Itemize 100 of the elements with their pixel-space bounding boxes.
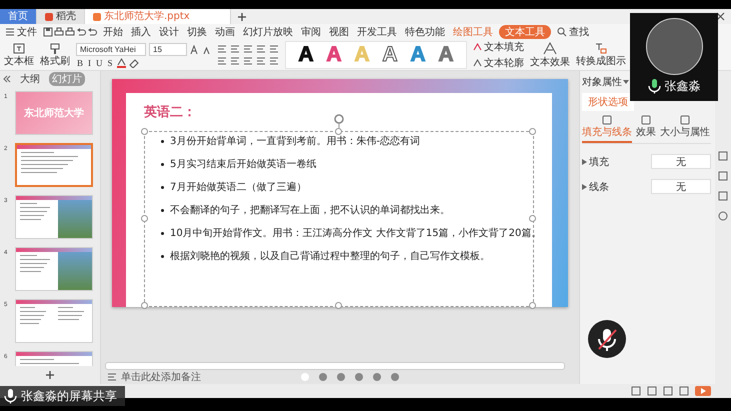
property-dropdown[interactable]: 无 — [651, 154, 711, 169]
muted-microphone-icon[interactable] — [588, 320, 626, 358]
bullet-text: 5月实习结束后开始做英语一卷纸 — [170, 158, 316, 171]
align-icon[interactable] — [243, 56, 253, 66]
wordart-style[interactable]: A — [294, 43, 318, 67]
search-icon — [557, 27, 567, 37]
menu-tab[interactable]: 切换 — [185, 25, 209, 39]
align-icon[interactable] — [230, 44, 240, 54]
file-menu[interactable]: 文件 — [3, 25, 39, 39]
page-dot[interactable] — [319, 373, 327, 381]
menu-tab[interactable]: 开发工具 — [355, 25, 399, 39]
format-painter-button[interactable]: 格式刷 — [40, 42, 70, 68]
resize-handle[interactable] — [141, 215, 148, 222]
bullet-text: 不会翻译的句子，把翻译写在上面，把不认识的单词都找出来。 — [170, 204, 450, 217]
menu-tab[interactable]: 视图 — [327, 25, 351, 39]
wordart-style[interactable]: A — [434, 43, 458, 67]
help-icon[interactable] — [718, 211, 728, 221]
resize-handle[interactable] — [335, 302, 342, 309]
document-icon — [93, 12, 101, 20]
menu-tab[interactable]: 幻灯片放映 — [241, 25, 295, 39]
property-dropdown[interactable]: 无 — [651, 179, 711, 194]
shrink-font-icon[interactable] — [202, 44, 211, 54]
slide-thumbnail[interactable] — [15, 195, 93, 239]
expand-arrow-icon[interactable] — [582, 184, 587, 190]
property-label: 填充 — [589, 156, 609, 168]
page-dot[interactable] — [337, 373, 345, 381]
text-outline-button[interactable]: 文本轮廓 — [473, 56, 524, 70]
align-icon[interactable] — [256, 44, 266, 54]
menu-tab[interactable]: 设计 — [157, 25, 181, 39]
textbox-button[interactable]: 文本框 — [4, 42, 34, 68]
align-icon[interactable] — [243, 44, 253, 54]
app-logo-icon — [45, 12, 53, 20]
align-icon[interactable] — [217, 44, 227, 54]
align-icon[interactable] — [217, 56, 227, 66]
search-button[interactable]: 查找 — [555, 25, 591, 39]
window-tab[interactable]: 首页 — [0, 9, 37, 24]
window-tab[interactable]: 稻壳 — [37, 9, 85, 24]
grow-font-icon[interactable] — [190, 44, 199, 54]
add-tab-icon[interactable] — [236, 12, 247, 22]
frame-icon[interactable] — [718, 191, 728, 201]
resize-handle[interactable] — [529, 215, 536, 222]
align-icon[interactable] — [230, 56, 240, 66]
play-icon[interactable] — [695, 386, 711, 396]
property-tab[interactable]: 效果 — [636, 115, 656, 143]
add-slide-icon[interactable] — [45, 370, 55, 380]
convert-to-diagram-button[interactable]: 转换成图示 — [576, 42, 626, 68]
slide-thumbnail[interactable] — [15, 143, 93, 187]
format-button[interactable]: U — [95, 58, 104, 68]
align-icon[interactable] — [269, 56, 279, 66]
text-fill-icon — [473, 42, 482, 52]
collapse-icon[interactable] — [3, 75, 11, 83]
text-effect-button[interactable]: 文本效果 — [530, 42, 570, 68]
page-dot[interactable] — [301, 373, 309, 381]
notes-placeholder[interactable]: 单击此处添加备注 — [121, 370, 201, 384]
menu-tab[interactable]: 审阅 — [299, 25, 323, 39]
resize-handle[interactable] — [141, 128, 148, 135]
font-size-field[interactable]: 15 — [149, 42, 187, 56]
window-tab[interactable]: 东北师范大学.pptx — [85, 9, 231, 24]
panel-title: 对象属性 — [582, 76, 622, 89]
resize-handle[interactable] — [529, 302, 536, 309]
microphone-icon — [4, 388, 17, 404]
property-label: 线条 — [589, 180, 609, 194]
resize-handle[interactable] — [141, 302, 148, 309]
menu-tab[interactable]: 插入 — [129, 25, 153, 39]
panel-tab[interactable]: 大纲 — [17, 72, 43, 86]
rotate-handle-icon[interactable] — [334, 114, 344, 128]
close-icon[interactable] — [716, 12, 725, 21]
format-button[interactable]: S — [106, 58, 114, 68]
printer-icon[interactable] — [54, 27, 64, 37]
resize-handle[interactable] — [335, 128, 342, 135]
wordart-style[interactable]: A — [322, 43, 346, 67]
eraser-icon[interactable] — [128, 58, 139, 68]
wordart-style[interactable]: A — [378, 43, 402, 67]
font-color-icon[interactable] — [116, 58, 126, 68]
page-dot[interactable] — [391, 373, 399, 381]
menu-tab[interactable]: 特色功能 — [403, 25, 447, 39]
options-tab[interactable]: 形状选项 — [582, 93, 634, 111]
page-dot[interactable] — [373, 373, 381, 381]
screen-share-label: 张鑫淼的屏幕共享 — [21, 388, 117, 404]
property-tab[interactable]: 大小与属性 — [660, 115, 710, 143]
bullet-text: 7月开始做英语二（做了三遍） — [170, 180, 306, 194]
horizontal-scrollbar[interactable] — [105, 362, 565, 370]
printer-icon[interactable] — [65, 27, 75, 37]
align-icon[interactable] — [256, 56, 266, 66]
format-button[interactable]: I — [87, 58, 92, 68]
format-button[interactable]: B — [76, 58, 84, 68]
dropdown-caret-icon[interactable] — [623, 79, 629, 85]
text-fill-button[interactable]: 文本填充 — [473, 40, 524, 54]
menu-tab[interactable]: 开始 — [101, 25, 125, 39]
brush-icon — [49, 42, 61, 54]
page-dot[interactable] — [355, 373, 363, 381]
menu-tab[interactable]: 动画 — [213, 25, 237, 39]
expand-arrow-icon[interactable] — [582, 158, 587, 164]
align-icon[interactable] — [269, 44, 279, 54]
resize-handle[interactable] — [529, 128, 536, 135]
save-icon[interactable] — [43, 27, 53, 37]
wordart-style[interactable]: A — [406, 43, 430, 67]
slide-thumbnail[interactable] — [15, 247, 93, 291]
slide-thumbnail[interactable] — [15, 299, 93, 343]
font-field[interactable]: Microsoft YaHei — [76, 42, 146, 56]
